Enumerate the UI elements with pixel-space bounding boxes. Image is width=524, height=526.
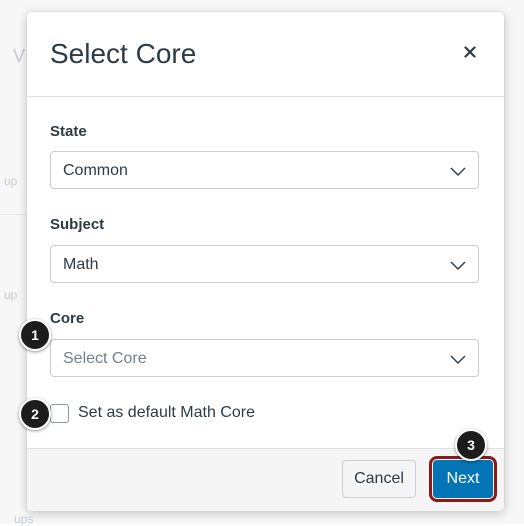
dialog-footer: Cancel Next [27,448,504,511]
dialog-header: Select Core [27,12,504,97]
chevron-down-icon [450,164,466,176]
callout-badge-2: 2 [19,398,51,430]
chevron-down-icon [450,258,466,270]
core-select-placeholder: Select Core [63,350,147,367]
default-core-checkbox-label: Set as default Math Core [78,404,255,421]
chevron-down-icon [450,352,466,364]
state-select[interactable]: Common [50,151,479,189]
core-label: Core [50,310,85,327]
callout-badge-3: 3 [455,429,487,461]
state-label: State [50,123,87,140]
background-divider [0,214,30,215]
background-text-fragment: up [4,288,18,302]
core-select[interactable]: Select Core [50,339,479,377]
cancel-button[interactable]: Cancel [342,460,416,498]
subject-label: Subject [50,216,105,233]
callout-badge-1: 1 [19,319,51,351]
close-button[interactable] [458,42,482,66]
subject-select[interactable]: Math [50,245,479,283]
state-select-value: Common [63,162,128,179]
subject-select-value: Math [63,256,99,273]
select-core-dialog: Select Core State Common Subject Math Co… [27,12,504,511]
background-text-fragment: V [13,46,26,66]
background-text-fragment: up [4,174,18,188]
next-button[interactable]: Next [429,456,497,502]
close-icon [464,45,476,63]
dialog-title: Select Core [50,38,197,69]
default-core-checkbox[interactable] [50,403,69,423]
default-core-checkbox-row[interactable]: Set as default Math Core [50,401,255,425]
